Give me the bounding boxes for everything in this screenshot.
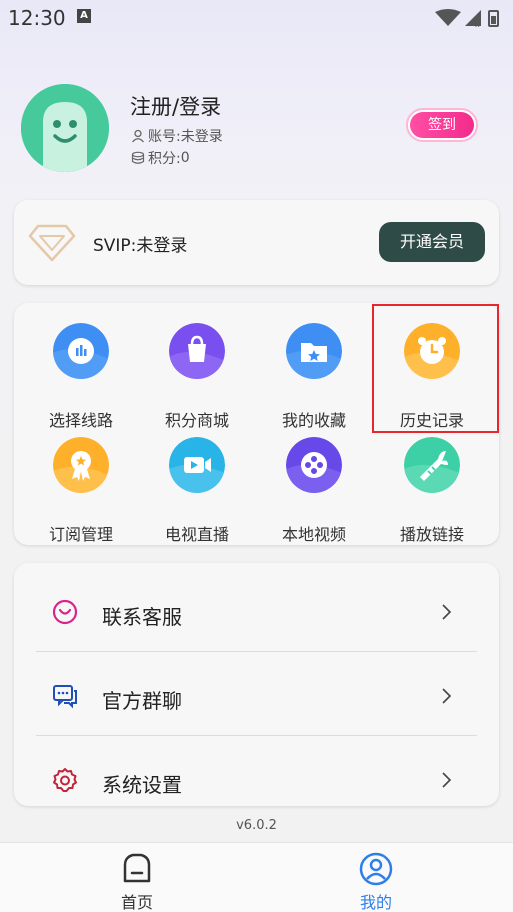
checkin-label: 签到 (410, 112, 474, 138)
feature-tv-live[interactable]: 电视直播 (142, 437, 252, 544)
shopping-bag-icon (169, 323, 225, 379)
smiley-avatar-icon (21, 84, 109, 172)
chevron-right-icon (442, 772, 452, 788)
chevron-right-icon (442, 604, 452, 620)
status-time: 12:30 (8, 6, 66, 30)
nav-home-label: 首页 (120, 893, 153, 912)
home-icon (123, 853, 151, 883)
award-icon (53, 437, 109, 493)
menu-item-contact-service[interactable]: 联系客服 (14, 567, 499, 651)
feature-label: 订阅管理 (48, 525, 113, 544)
svg-text:x: x (475, 20, 480, 28)
customer-service-icon (52, 599, 78, 625)
account-value: 未登录 (180, 129, 223, 145)
account-line: 账号: 未登录 (131, 126, 223, 146)
svip-status: SVIP:未登录 (93, 236, 188, 256)
feature-select-route[interactable]: 选择线路 (26, 323, 136, 430)
diamond-icon (28, 224, 76, 262)
checkin-button[interactable]: 签到 (406, 108, 478, 142)
feature-play-link[interactable]: 播放链接 (377, 437, 487, 544)
feature-label: 本地视频 (281, 525, 346, 544)
points-line: 积分: 0 (131, 148, 190, 168)
user-icon (132, 129, 144, 143)
login-register-link[interactable]: 注册/登录 (130, 91, 221, 121)
menu-card: 联系客服 官方群聊 系统设置 (14, 563, 499, 806)
open-membership-button[interactable]: 开通会员 (379, 222, 485, 262)
highlight-box (372, 304, 499, 433)
feature-my-favorites[interactable]: 我的收藏 (259, 323, 369, 430)
video-camera-icon (169, 437, 225, 493)
feature-label: 我的收藏 (281, 411, 346, 430)
nav-mine-label: 我的 (359, 893, 392, 912)
feature-subscription[interactable]: 订阅管理 (26, 437, 136, 544)
feature-points-mall[interactable]: 积分商城 (142, 323, 252, 430)
gear-icon (53, 768, 77, 792)
feature-label: 积分商城 (164, 411, 229, 430)
feature-local-video[interactable]: 本地视频 (259, 437, 369, 544)
carrot-icon (404, 437, 460, 493)
points-value: 0 (180, 150, 190, 166)
nav-home[interactable]: 首页 (77, 843, 197, 912)
avatar[interactable] (21, 84, 109, 172)
route-icon (53, 323, 109, 379)
feature-label: 播放链接 (399, 525, 464, 544)
menu-item-system-settings[interactable]: 系统设置 (14, 735, 499, 819)
wifi-icon (435, 9, 461, 26)
group-chat-icon (53, 685, 77, 709)
menu-label: 联系客服 (102, 605, 182, 629)
user-circle-icon (359, 852, 393, 886)
points-label: 积分: (148, 151, 181, 167)
feature-label: 选择线路 (48, 411, 113, 430)
menu-label: 系统设置 (102, 773, 182, 797)
status-bar: 12:30 A x (0, 0, 513, 36)
svip-card: SVIP:未登录 开通会员 (14, 200, 499, 285)
nav-mine[interactable]: 我的 (316, 843, 436, 912)
folder-star-icon (286, 323, 342, 379)
menu-item-official-group[interactable]: 官方群聊 (14, 651, 499, 735)
bottom-nav: 首页 我的 (0, 842, 513, 912)
signal-battery-icons: x (435, 9, 499, 28)
accessibility-badge-icon: A (77, 9, 91, 23)
feature-label: 电视直播 (164, 525, 229, 544)
film-reel-icon (286, 437, 342, 493)
chevron-right-icon (442, 688, 452, 704)
coins-icon (131, 151, 145, 164)
account-label: 账号: (148, 129, 181, 145)
menu-label: 官方群聊 (102, 689, 182, 713)
app-version: v6.0.2 (236, 818, 277, 833)
